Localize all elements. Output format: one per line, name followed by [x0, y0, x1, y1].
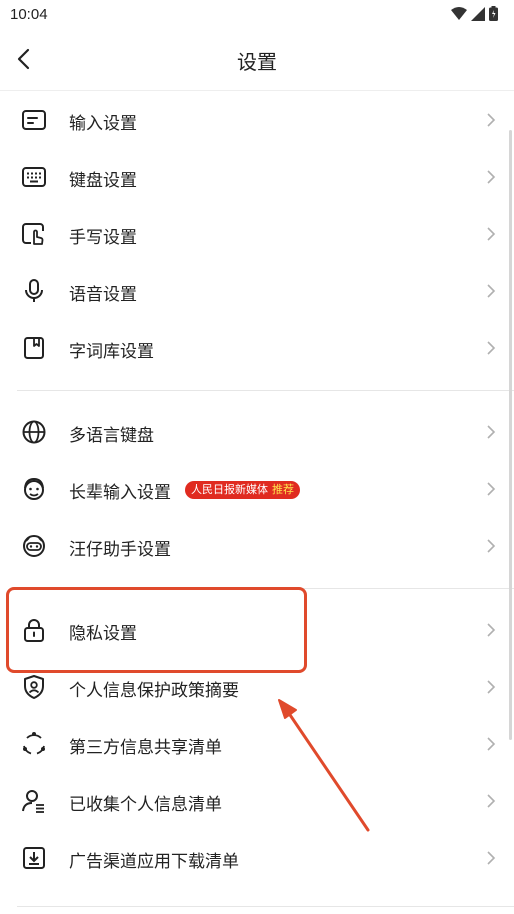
annotation-arrow	[278, 699, 370, 832]
